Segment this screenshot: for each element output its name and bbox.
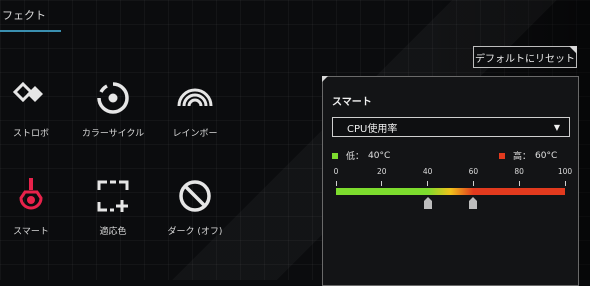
corner-accent	[322, 76, 328, 82]
dark-off-icon	[179, 180, 211, 212]
scale-tick-mark	[427, 181, 429, 186]
scale-tick-mark	[335, 181, 337, 186]
scale-tick-label: 100	[557, 167, 573, 176]
rainbow-icon	[177, 88, 213, 107]
high-label: 高：	[513, 152, 532, 162]
color-cycle-icon	[97, 82, 129, 114]
scale-tick-mark	[472, 181, 474, 186]
legend-high: 高： 60°C	[499, 149, 557, 162]
high-color-swatch	[499, 152, 505, 159]
panel-title: スマート	[332, 97, 372, 108]
low-value: 40°C	[368, 150, 391, 161]
threshold-handle-low[interactable]	[423, 197, 432, 209]
tab-effects[interactable]: フェクト	[0, 0, 61, 32]
effect-color-cycle[interactable]: カラーサイクル	[78, 78, 148, 139]
temperature-gradient-bar	[336, 188, 565, 195]
source-select[interactable]: CPU使用率 ▼	[332, 117, 570, 137]
scale-tick-labels: 0 20 40 60 80 100	[333, 167, 573, 179]
source-select-value: CPU使用率	[347, 123, 398, 135]
effect-dark-off[interactable]: ダーク (オフ)	[160, 176, 230, 237]
scale-tick-label: 0	[333, 167, 339, 176]
threshold-handle-high[interactable]	[469, 197, 478, 209]
corner-accent	[569, 46, 577, 54]
smart-settings-panel: スマート CPU使用率 ▼ 低： 40°C 高： 60°C 0 20 40 60 80 1…	[322, 76, 579, 286]
scale-tick-label: 80	[514, 167, 524, 176]
effect-smart[interactable]: スマート	[0, 176, 66, 237]
scale-tick-mark	[564, 181, 566, 186]
reset-to-default-button[interactable]: デフォルトにリセット	[473, 46, 577, 68]
legend-low: 低： 40°C	[332, 149, 390, 162]
smart-thermometer-icon	[19, 178, 43, 210]
scale-tick-mark	[381, 181, 383, 186]
scale-tick-label: 20	[377, 167, 387, 176]
scale-tick-label: 60	[468, 167, 479, 176]
low-label: 低：	[346, 152, 365, 162]
effect-grid: ストロボ カラーサイクル レインボー スマート 適応色 ダーク (オフ)	[0, 70, 260, 260]
effect-strobe[interactable]: ストロボ	[0, 78, 66, 139]
adaptive-color-icon	[97, 180, 129, 212]
scale-tick-label: 40	[422, 167, 433, 176]
strobe-diamond-icon	[12, 81, 43, 103]
effect-rainbow[interactable]: レインボー	[160, 78, 230, 139]
low-color-swatch	[332, 152, 338, 159]
scale-tick-mark	[518, 181, 520, 186]
chevron-down-icon: ▼	[553, 123, 560, 132]
high-value: 60°C	[535, 150, 558, 161]
effect-adaptive-color[interactable]: 適応色	[78, 176, 148, 237]
